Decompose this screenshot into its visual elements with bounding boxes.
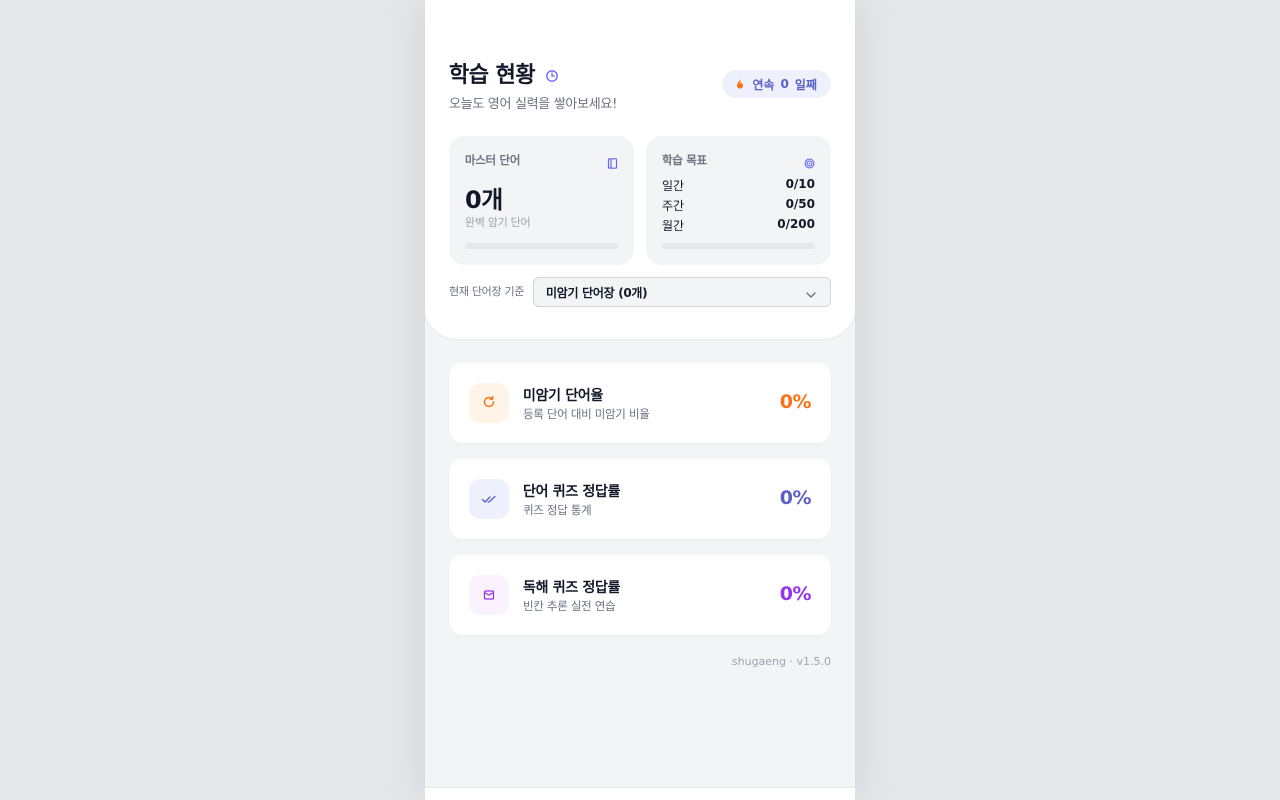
metric-card-reading-quiz[interactable]: 독해 퀴즈 정답률 빈칸 추론 실전 연습 0%: [449, 555, 831, 635]
wordbook-basis-label: 현재 단어장 기준: [449, 285, 525, 298]
metric-title: 미암기 단어율: [523, 388, 604, 404]
streak-count: 0: [780, 77, 789, 91]
metric-icon-box: [469, 479, 509, 519]
mastered-words-card: 마스터 단어 0개 완벽 암기 단어: [449, 136, 634, 265]
goal-row-monthly: 월간 0/200: [662, 217, 815, 234]
chevron-down-icon: [806, 288, 816, 298]
metric-description: 등록 단어 대비 미암기 비율: [523, 407, 650, 421]
metric-value: 0%: [779, 487, 812, 509]
metric-card-word-quiz[interactable]: 단어 퀴즈 정답률 퀴즈 정답 통계 0%: [449, 459, 831, 539]
page-title: 학습 현황: [449, 63, 536, 88]
mastered-progress-bar: [465, 243, 618, 249]
copy-icon: [607, 154, 618, 169]
wordbook-select[interactable]: 미암기 단어장 (0개): [533, 277, 831, 307]
goals-label: 학습 목표: [662, 153, 707, 167]
flame-icon: [734, 77, 746, 91]
title-row: 학습 현황: [449, 57, 559, 89]
mastered-count: 0개: [465, 186, 503, 214]
goal-name: 월간: [662, 219, 685, 233]
goal-row-daily: 일간 0/10: [662, 177, 815, 194]
wordbook-select-value: 미암기 단어장 (0개): [546, 285, 648, 300]
mastered-caption: 완벽 암기 단어: [465, 216, 531, 229]
goal-name: 일간: [662, 179, 685, 193]
double-check-icon: [481, 490, 497, 509]
streak-unit: 일째: [794, 77, 817, 92]
goal-name: 주간: [662, 199, 685, 213]
target-icon: [804, 154, 815, 169]
book-icon: [483, 586, 495, 605]
app-screen: 학습 현황 오늘도 영어 실력을 쌓아보세요! 연속 0 일째 마스터 단어 0…: [425, 0, 855, 800]
metric-icon-box: [469, 575, 509, 615]
summary-header: 학습 현황 오늘도 영어 실력을 쌓아보세요! 연속 0 일째 마스터 단어 0…: [425, 0, 855, 339]
metric-title: 독해 퀴즈 정답률: [523, 580, 621, 596]
clock-icon[interactable]: [545, 68, 559, 82]
metric-icon-box: [469, 383, 509, 423]
bottom-navigation-bar: [425, 787, 855, 800]
study-goals-card: 학습 목표 일간 0/10 주간 0/50 월간 0/200: [646, 136, 831, 265]
goal-value: 0/50: [785, 197, 815, 211]
metric-title: 단어 퀴즈 정답률: [523, 484, 621, 500]
streak-label: 연속: [752, 77, 775, 92]
page-subtitle: 오늘도 영어 실력을 쌓아보세요!: [449, 97, 617, 112]
metric-description: 빈칸 추론 실전 연습: [523, 599, 616, 613]
app-version: shugaeng · v1.5.0: [731, 655, 831, 668]
goal-row-weekly: 주간 0/50: [662, 197, 815, 214]
mastered-label: 마스터 단어: [465, 153, 521, 167]
goal-value: 0/200: [777, 217, 815, 231]
metric-value: 0%: [779, 391, 812, 413]
goals-progress-bar: [662, 243, 815, 249]
metric-card-unmemorized[interactable]: 미암기 단어율 등록 단어 대비 미암기 비율 0%: [449, 363, 831, 443]
goal-value: 0/10: [785, 177, 815, 191]
streak-badge: 연속 0 일째: [722, 70, 831, 98]
metric-value: 0%: [779, 583, 812, 605]
metric-description: 퀴즈 정답 통계: [523, 503, 592, 517]
refresh-icon: [482, 394, 496, 413]
